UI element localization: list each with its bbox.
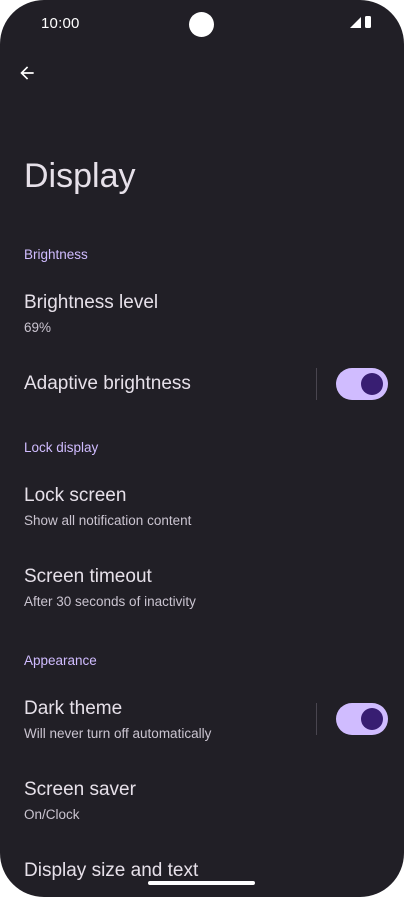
setting-title: Screen timeout [24, 566, 152, 587]
setting-summary: Show all notification content [24, 513, 192, 528]
setting-screen-saver[interactable]: Screen saver On/Clock [0, 767, 404, 831]
arrow-back-icon [20, 66, 34, 80]
setting-adaptive-brightness[interactable]: Adaptive brightness [0, 358, 404, 410]
setting-title: Screen saver [24, 779, 136, 800]
status-bar: 10:00 [0, 0, 404, 46]
signal-icon [350, 16, 361, 28]
camera-cutout [189, 12, 214, 37]
setting-dark-theme[interactable]: Dark theme Will never turn off automatic… [0, 686, 404, 750]
phone-screen: 10:00 Display Brightness Brightness leve… [0, 0, 404, 897]
setting-title: Adaptive brightness [24, 373, 191, 394]
setting-title: Display size and text [24, 860, 199, 881]
adaptive-brightness-switch[interactable] [336, 368, 388, 400]
setting-brightness-level[interactable]: Brightness level 69% [0, 280, 404, 344]
switch-thumb [361, 708, 383, 730]
section-header-brightness: Brightness [24, 247, 88, 262]
setting-title: Lock screen [24, 485, 127, 506]
setting-summary: Will never turn off automatically [24, 726, 212, 741]
divider [316, 368, 317, 400]
gesture-nav-handle[interactable] [148, 881, 255, 885]
divider [316, 703, 317, 735]
setting-summary: 69% [24, 320, 52, 335]
setting-summary: After 30 seconds of inactivity [24, 594, 196, 609]
status-time: 10:00 [41, 15, 80, 32]
status-icons [350, 16, 371, 28]
dark-theme-switch[interactable] [336, 703, 388, 735]
page-title: Display [24, 157, 136, 195]
section-header-appearance: Appearance [24, 653, 97, 668]
switch-thumb [361, 373, 383, 395]
setting-lock-screen[interactable]: Lock screen Show all notification conten… [0, 473, 404, 537]
setting-screen-timeout[interactable]: Screen timeout After 30 seconds of inact… [0, 554, 404, 618]
section-header-lock-display: Lock display [24, 440, 99, 455]
setting-display-size-and-text[interactable]: Display size and text [0, 848, 404, 897]
setting-title: Brightness level [24, 292, 159, 313]
setting-summary: On/Clock [24, 807, 80, 822]
back-button[interactable] [12, 58, 42, 88]
setting-title: Dark theme [24, 698, 123, 719]
battery-icon [365, 16, 371, 28]
